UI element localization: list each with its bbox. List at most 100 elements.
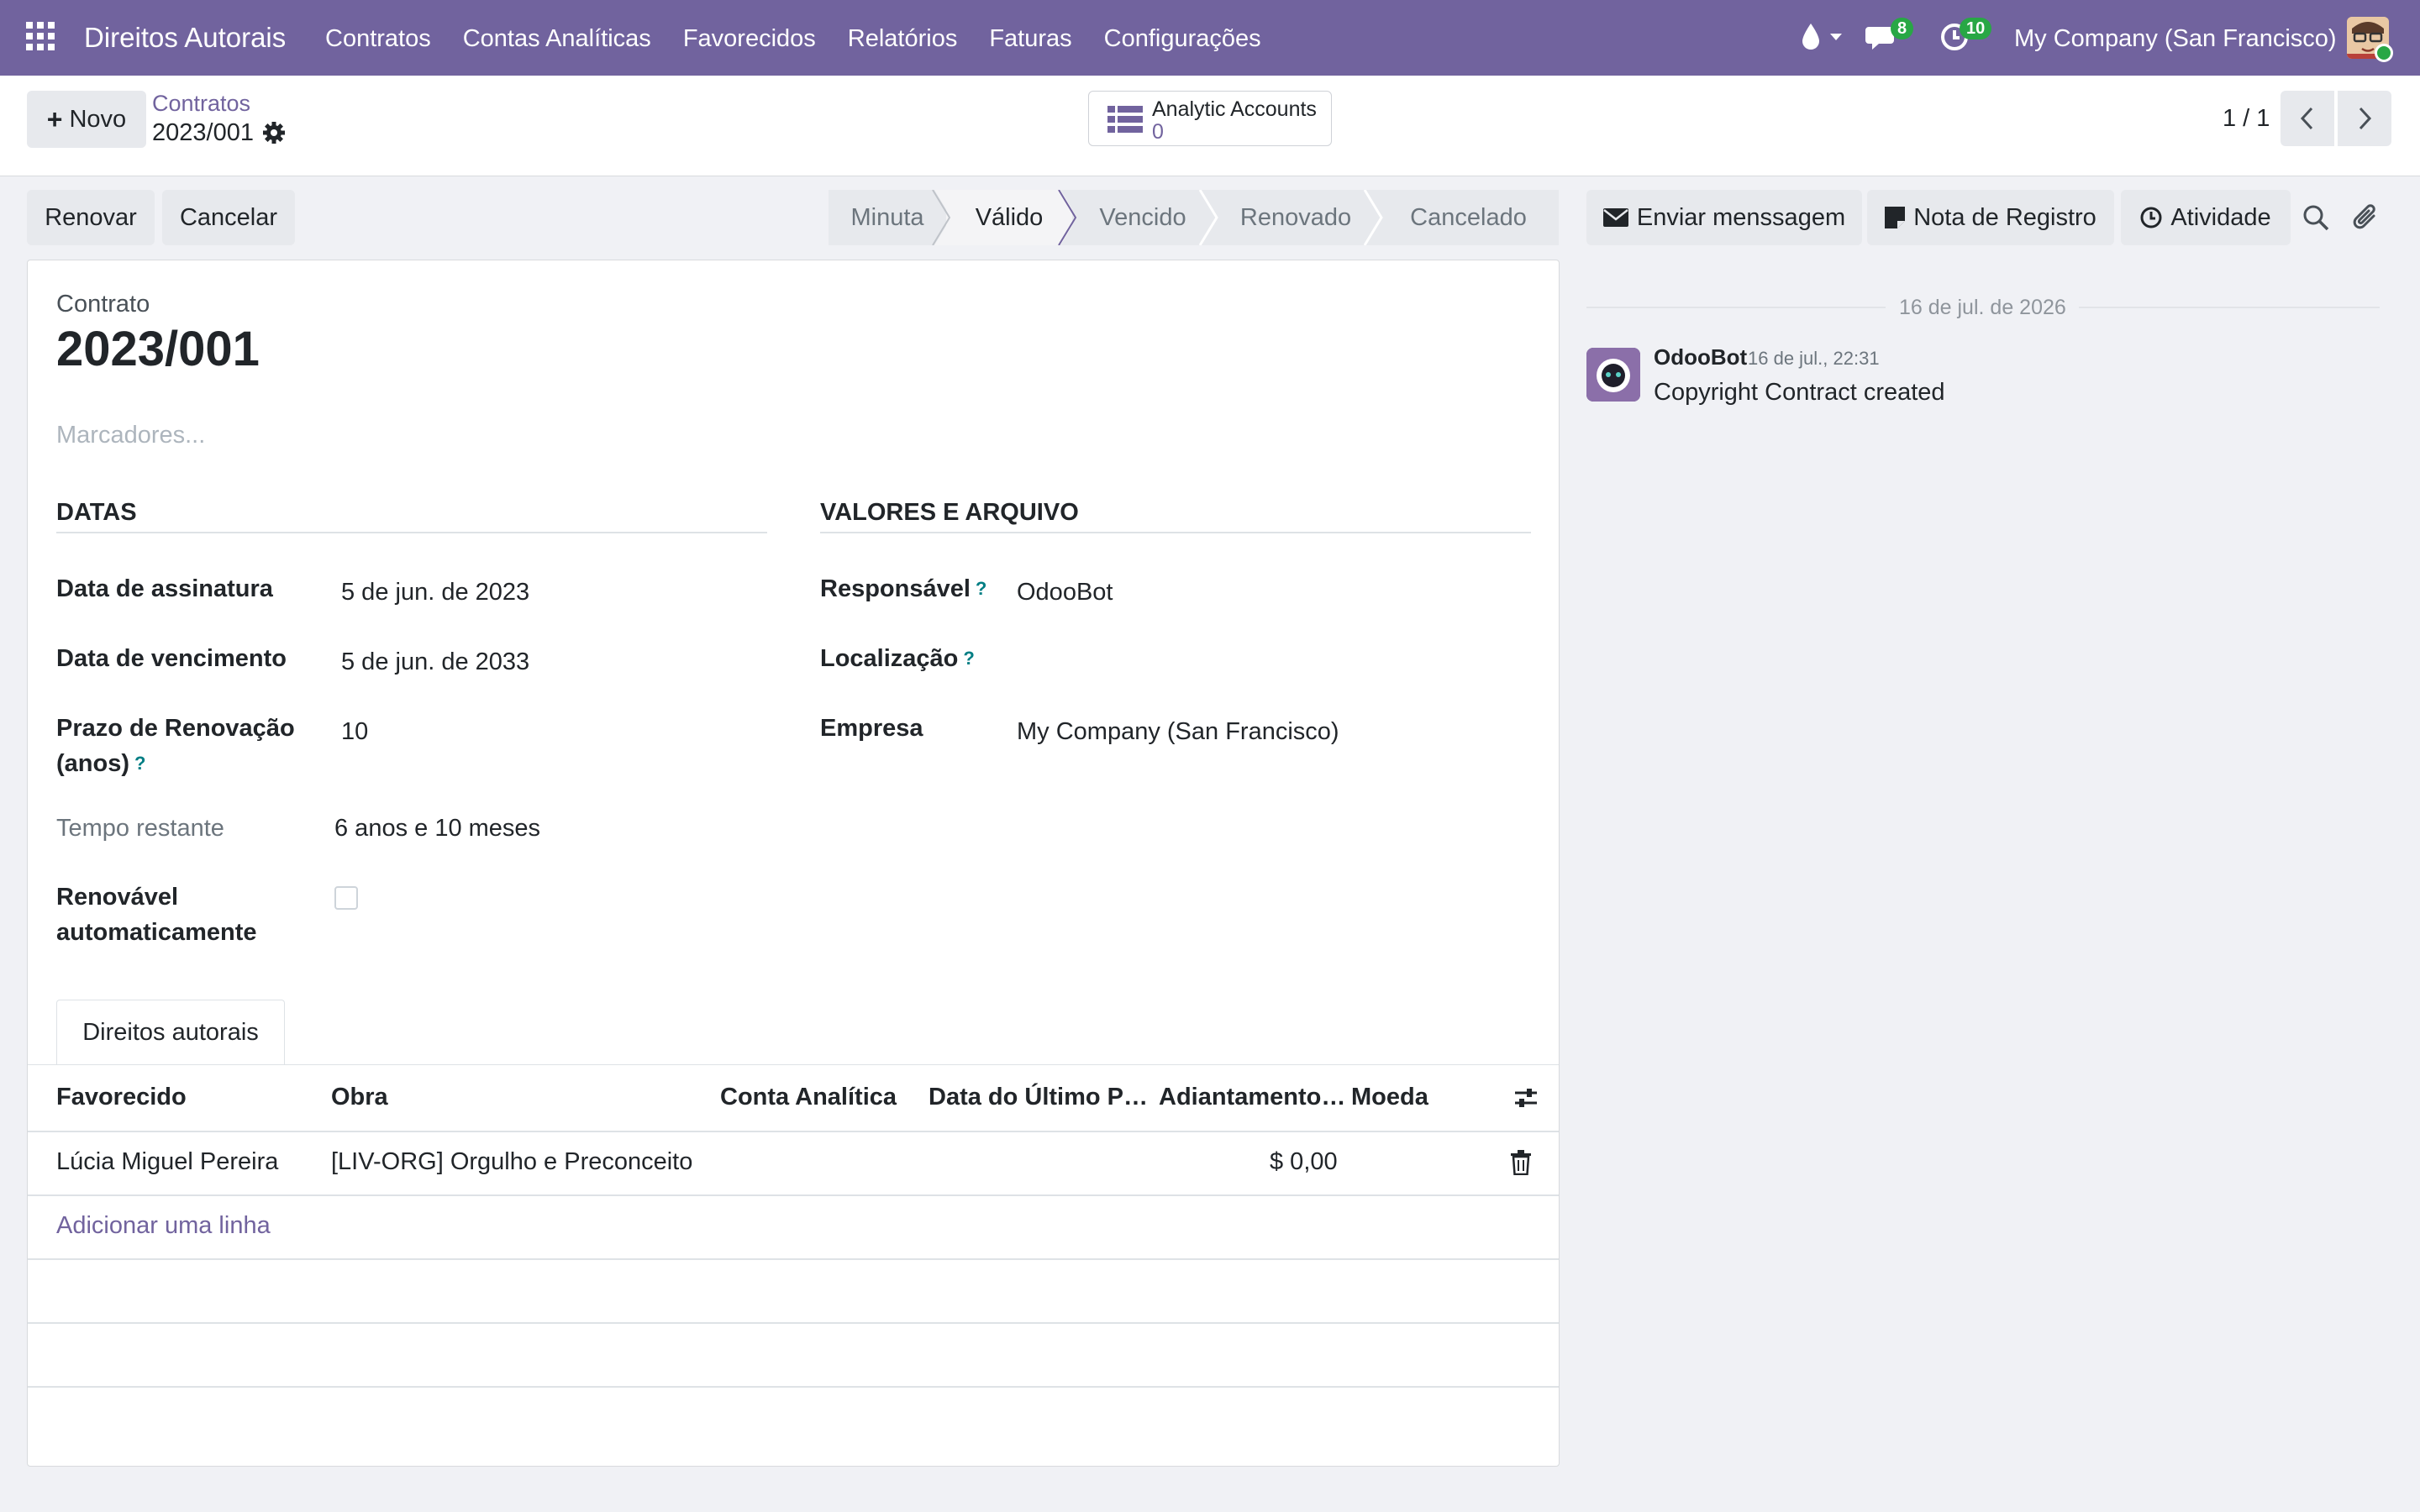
separator-line: [1586, 307, 1886, 308]
gear-icon[interactable]: [262, 121, 286, 144]
signature-date-field[interactable]: 5 de jun. de 2023: [341, 575, 529, 610]
auto-renew-checkbox[interactable]: [334, 886, 358, 910]
expiry-date-label: Data de vencimento: [56, 645, 287, 672]
date-separator: 16 de jul. de 2026: [1586, 292, 2380, 323]
cancel-contract-button[interactable]: Cancelar: [162, 190, 295, 245]
empty-table-row: [28, 1260, 1559, 1324]
message-author[interactable]: OdooBot: [1654, 343, 1747, 371]
message-date: 16 de jul., 22:31: [1748, 348, 1880, 369]
responsible-label: Responsável?: [820, 571, 986, 606]
paperclip-icon[interactable]: [2353, 202, 2381, 233]
chevron-down-icon[interactable]: [1830, 34, 1842, 40]
table-divider: [28, 1386, 1559, 1388]
expiry-date-field[interactable]: 5 de jun. de 2033: [341, 644, 529, 680]
company-switcher[interactable]: My Company (San Francisco): [2014, 24, 2337, 54]
activities-badge: 10: [1960, 18, 1992, 39]
column-header-conta-analitica[interactable]: Conta Analítica: [720, 1079, 897, 1115]
renewal-term-field[interactable]: 10: [341, 714, 368, 749]
help-tooltip-icon[interactable]: ?: [976, 578, 986, 599]
renew-button[interactable]: Renovar: [27, 190, 155, 245]
send-message-button[interactable]: Enviar menssagem: [1586, 190, 1862, 245]
cell-favorecido[interactable]: Lúcia Miguel Pereira: [56, 1144, 278, 1179]
control-panel: + Novo Contratos 2023/001 Analytic Accou…: [0, 76, 2420, 176]
stage-separator-icon: [1363, 190, 1383, 245]
debug-drop-icon[interactable]: [1798, 22, 1823, 52]
online-status-dot: [2375, 44, 2393, 62]
form-sheet: Contrato 2023/001 Marcadores... DATAS VA…: [27, 260, 1560, 1467]
record-type-label: Contrato: [56, 291, 150, 318]
stage-renovado[interactable]: Renovado: [1213, 190, 1378, 245]
table-divider: [28, 1131, 1559, 1132]
odoobot-avatar[interactable]: [1586, 348, 1640, 402]
tags-input[interactable]: Marcadores...: [56, 420, 205, 450]
menu-item-contratos[interactable]: Contratos: [325, 24, 431, 54]
column-header-data-ultimo-pagamento[interactable]: Data do Último P…: [929, 1079, 1148, 1115]
search-icon[interactable]: [2302, 204, 2329, 231]
send-message-label: Enviar menssagem: [1636, 204, 1846, 231]
remaining-time-value: 6 anos e 10 meses: [334, 815, 541, 842]
location-label: Localização?: [820, 641, 975, 676]
optional-columns-icon[interactable]: [1513, 1085, 1539, 1110]
menu-item-favorecidos[interactable]: Favorecidos: [683, 24, 816, 54]
pager-previous-button[interactable]: [2281, 91, 2334, 146]
column-header-moeda[interactable]: Moeda: [1351, 1079, 1428, 1115]
remaining-time-label: Tempo restante: [56, 815, 224, 842]
stage-valido[interactable]: Válido: [946, 190, 1072, 245]
status-bar: Minuta Válido Vencido Renovado Cancelado: [829, 190, 1559, 245]
new-button-label: Novo: [69, 106, 127, 133]
menu-item-faturas[interactable]: Faturas: [989, 24, 1071, 54]
location-field[interactable]: [1017, 644, 1521, 680]
column-header-adiantamento[interactable]: Adiantamento…: [1159, 1079, 1345, 1115]
stage-cancelado[interactable]: Cancelado: [1378, 190, 1559, 245]
separator-line: [2079, 307, 2380, 308]
help-tooltip-icon[interactable]: ?: [963, 648, 974, 669]
renewal-term-label: Prazo de Renovação: [56, 715, 295, 742]
schedule-activity-button[interactable]: Atividade: [2121, 190, 2291, 245]
auto-renew-label-line2: automaticamente: [56, 919, 257, 946]
apps-menu-icon[interactable]: [26, 22, 55, 50]
help-tooltip-icon[interactable]: ?: [134, 753, 145, 774]
app-name[interactable]: Direitos Autorais: [84, 20, 286, 55]
renewal-term-label-line2: (anos)?: [56, 746, 145, 781]
pager-value[interactable]: 1 / 1: [2223, 103, 2270, 134]
analytic-accounts-smart-button[interactable]: Analytic Accounts 0: [1088, 91, 1332, 146]
date-separator-label: 16 de jul. de 2026: [1899, 296, 2066, 319]
group-title-dates: DATAS: [56, 499, 137, 526]
responsible-field[interactable]: OdooBot: [1017, 575, 1113, 610]
menu-item-contas-analiticas[interactable]: Contas Analíticas: [463, 24, 651, 54]
sticky-note-icon: [1885, 207, 1906, 228]
signature-date-label: Data de assinatura: [56, 575, 273, 602]
cell-adiantamento[interactable]: $ 0,00: [1270, 1144, 1338, 1179]
log-note-label: Nota de Registro: [1913, 204, 2096, 231]
main-menu: Contratos Contas Analíticas Favorecidos …: [325, 24, 1293, 54]
cell-obra[interactable]: [LIV-ORG] Orgulho e Preconceito: [331, 1144, 692, 1179]
table-divider: [28, 1194, 1559, 1196]
plus-icon: +: [46, 104, 63, 134]
trash-icon[interactable]: [1510, 1150, 1532, 1175]
company-field[interactable]: My Company (San Francisco): [1017, 714, 1339, 749]
tab-direitos-autorais[interactable]: Direitos autorais: [56, 1000, 285, 1065]
pager-next-button[interactable]: [2338, 91, 2391, 146]
column-header-obra[interactable]: Obra: [331, 1079, 388, 1115]
new-record-button[interactable]: + Novo: [27, 91, 146, 148]
smart-button-count: 0: [1152, 120, 1164, 144]
breadcrumb-parent[interactable]: Contratos: [152, 89, 250, 118]
add-line-link[interactable]: Adicionar uma linha: [56, 1208, 271, 1243]
smart-button-label: Analytic Accounts: [1152, 97, 1317, 121]
message-body: Copyright Contract created: [1654, 379, 1945, 406]
chevron-left-icon: [2300, 107, 2313, 130]
menu-item-configuracoes[interactable]: Configurações: [1104, 24, 1261, 54]
top-navbar: Direitos Autorais Contratos Contas Analí…: [0, 0, 2420, 76]
stage-vencido[interactable]: Vencido: [1072, 190, 1213, 245]
company-label: Empresa: [820, 715, 923, 742]
stage-separator-icon: [1198, 190, 1218, 245]
menu-item-relatorios[interactable]: Relatórios: [848, 24, 958, 54]
auto-renew-label: Renovável: [56, 884, 179, 911]
log-note-button[interactable]: Nota de Registro: [1867, 190, 2114, 245]
column-header-favorecido[interactable]: Favorecido: [56, 1079, 187, 1115]
stage-minuta[interactable]: Minuta: [829, 190, 946, 245]
activity-label: Atividade: [2170, 204, 2271, 231]
group-title-values: VALORES E ARQUIVO: [820, 499, 1079, 526]
record-name[interactable]: 2023/001: [56, 321, 260, 378]
chevron-right-icon: [2359, 107, 2372, 130]
